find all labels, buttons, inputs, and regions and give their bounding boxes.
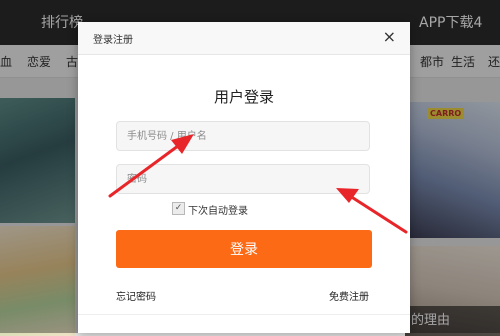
forgot-password-link[interactable]: 忘记密码 [116, 288, 156, 303]
close-icon[interactable]: × [383, 28, 396, 46]
login-heading: 用户登录 [213, 88, 274, 106]
account-field[interactable] [116, 121, 370, 151]
password-input[interactable] [117, 165, 369, 193]
account-input[interactable] [117, 122, 369, 150]
modal-title: 登录注册 [93, 35, 133, 46]
remember-label[interactable]: 下次自动登录 [188, 202, 248, 217]
login-button[interactable]: 登录 [116, 230, 372, 268]
password-field[interactable] [116, 164, 370, 194]
login-modal: 登录注册 × 用户登录 账 号 密 码 ✓ 下次自动登录 登录 忘记密码 免费注… [78, 22, 410, 333]
remember-checkbox[interactable]: ✓ [172, 202, 185, 215]
modal-header: 登录注册 × [78, 22, 410, 55]
modal-divider [78, 314, 410, 315]
register-link[interactable]: 免费注册 [329, 288, 369, 303]
